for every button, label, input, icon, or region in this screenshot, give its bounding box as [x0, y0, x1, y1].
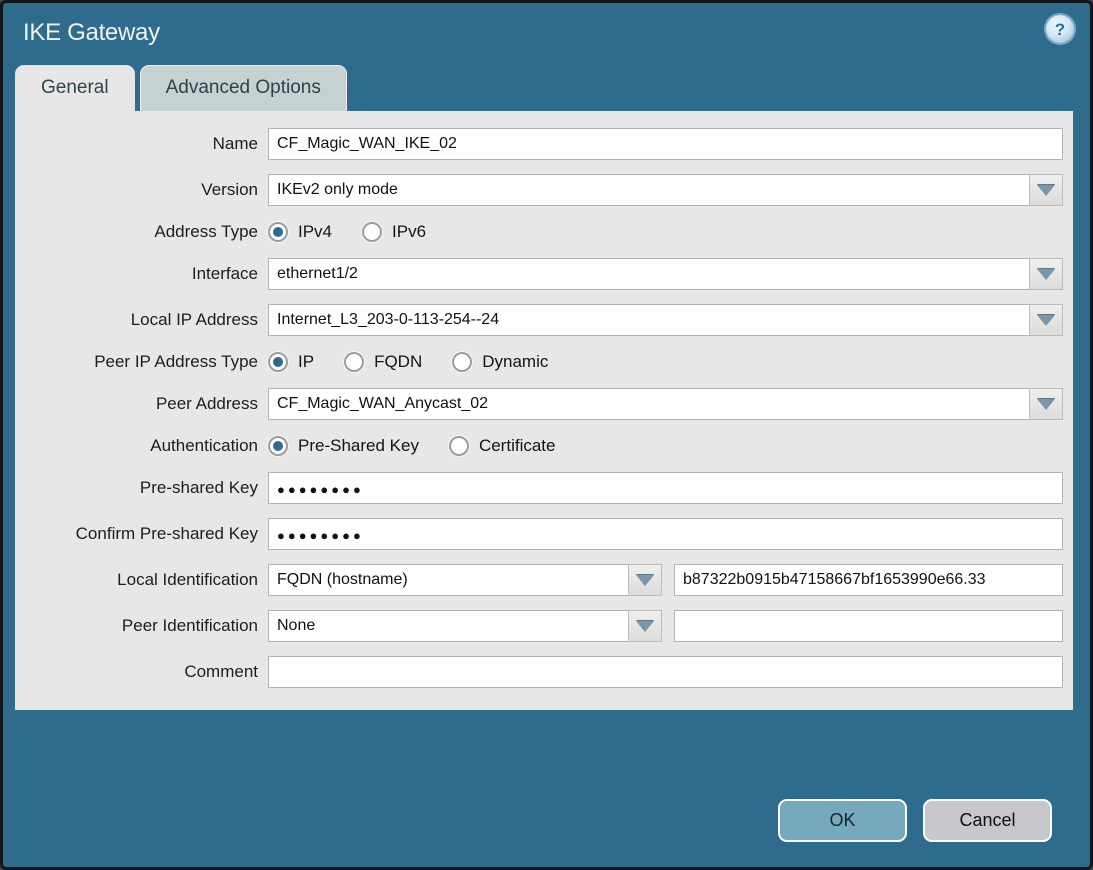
local-identification-type-value[interactable]: [268, 564, 628, 596]
confirm-pre-shared-key-row: Confirm Pre-shared Key: [15, 518, 1063, 550]
radio-ipv6-label: IPv6: [392, 222, 426, 242]
local-identification-dropdown-button[interactable]: [628, 564, 662, 596]
local-ip-address-dropdown-button[interactable]: [1029, 304, 1063, 336]
local-ip-address-value[interactable]: [268, 304, 1029, 336]
radio-pre-shared-key[interactable]: Pre-Shared Key: [268, 436, 419, 456]
authentication-row: Authentication Pre-Shared Key Certificat…: [15, 434, 1063, 458]
pre-shared-key-input[interactable]: [268, 472, 1063, 504]
interface-row: Interface: [15, 258, 1063, 290]
local-identification-id-input[interactable]: [674, 564, 1063, 596]
radio-ipv4-label: IPv4: [298, 222, 332, 242]
version-label: Version: [15, 180, 268, 200]
local-identification-type-dropdown[interactable]: [268, 564, 662, 596]
local-ip-address-dropdown[interactable]: [268, 304, 1063, 336]
version-dropdown[interactable]: [268, 174, 1063, 206]
version-value[interactable]: [268, 174, 1029, 206]
chevron-down-icon: [1037, 269, 1055, 280]
ok-button[interactable]: OK: [778, 799, 907, 842]
name-row: Name: [15, 128, 1063, 160]
local-ip-address-label: Local IP Address: [15, 310, 268, 330]
version-row: Version: [15, 174, 1063, 206]
radio-ip[interactable]: IP: [268, 352, 314, 372]
local-identification-row: Local Identification: [15, 564, 1063, 596]
radio-fqdn[interactable]: FQDN: [344, 352, 422, 372]
confirm-pre-shared-key-input[interactable]: [268, 518, 1063, 550]
chevron-down-icon: [1037, 399, 1055, 410]
peer-identification-row: Peer Identification: [15, 610, 1063, 642]
radio-ipv4[interactable]: IPv4: [268, 222, 332, 242]
dialog-title: IKE Gateway: [23, 19, 1070, 47]
radio-fqdn-label: FQDN: [374, 352, 422, 372]
comment-row: Comment: [15, 656, 1063, 688]
peer-address-dropdown[interactable]: [268, 388, 1063, 420]
peer-identification-id-input[interactable]: [674, 610, 1063, 642]
radio-ipv6-circle[interactable]: [362, 222, 382, 242]
name-label: Name: [15, 134, 268, 154]
radio-ipv6[interactable]: IPv6: [362, 222, 426, 242]
radio-ip-label: IP: [298, 352, 314, 372]
tab-bar: General Advanced Options: [15, 63, 1090, 111]
radio-certificate-label: Certificate: [479, 436, 556, 456]
dialog-footer: OK Cancel: [3, 799, 1090, 867]
peer-ip-address-type-radio-group: IP FQDN Dynamic: [268, 350, 548, 374]
radio-ipv4-circle[interactable]: [268, 222, 288, 242]
tab-general[interactable]: General: [15, 65, 135, 111]
local-ip-address-row: Local IP Address: [15, 304, 1063, 336]
peer-identification-dropdown-button[interactable]: [628, 610, 662, 642]
general-tab-panel: Name Version Address Type: [15, 111, 1073, 710]
radio-ip-circle[interactable]: [268, 352, 288, 372]
radio-pre-shared-key-label: Pre-Shared Key: [298, 436, 419, 456]
tab-advanced-options[interactable]: Advanced Options: [140, 65, 347, 111]
interface-dropdown[interactable]: [268, 258, 1063, 290]
cancel-button[interactable]: Cancel: [923, 799, 1052, 842]
address-type-label: Address Type: [15, 222, 268, 242]
authentication-label: Authentication: [15, 436, 268, 456]
radio-fqdn-circle[interactable]: [344, 352, 364, 372]
comment-label: Comment: [15, 662, 268, 682]
version-dropdown-button[interactable]: [1029, 174, 1063, 206]
peer-identification-label: Peer Identification: [15, 616, 268, 636]
radio-certificate[interactable]: Certificate: [449, 436, 556, 456]
authentication-radio-group: Pre-Shared Key Certificate: [268, 434, 555, 458]
interface-value[interactable]: [268, 258, 1029, 290]
peer-address-row: Peer Address: [15, 388, 1063, 420]
radio-dynamic-label: Dynamic: [482, 352, 548, 372]
chevron-down-icon: [636, 621, 654, 632]
peer-address-value[interactable]: [268, 388, 1029, 420]
local-identification-label: Local Identification: [15, 570, 268, 590]
address-type-radio-group: IPv4 IPv6: [268, 220, 426, 244]
peer-identification-type-dropdown[interactable]: [268, 610, 662, 642]
peer-ip-address-type-row: Peer IP Address Type IP FQDN Dynamic: [15, 350, 1063, 374]
chevron-down-icon: [636, 575, 654, 586]
radio-certificate-circle[interactable]: [449, 436, 469, 456]
interface-dropdown-button[interactable]: [1029, 258, 1063, 290]
comment-input[interactable]: [268, 656, 1063, 688]
name-input[interactable]: [268, 128, 1063, 160]
peer-address-dropdown-button[interactable]: [1029, 388, 1063, 420]
pre-shared-key-row: Pre-shared Key: [15, 472, 1063, 504]
help-icon-glyph: ?: [1055, 21, 1065, 38]
confirm-pre-shared-key-label: Confirm Pre-shared Key: [15, 524, 268, 544]
chevron-down-icon: [1037, 315, 1055, 326]
help-icon[interactable]: ?: [1046, 15, 1074, 43]
peer-identification-type-value[interactable]: [268, 610, 628, 642]
radio-dynamic[interactable]: Dynamic: [452, 352, 548, 372]
peer-ip-address-type-label: Peer IP Address Type: [15, 352, 268, 372]
peer-address-label: Peer Address: [15, 394, 268, 414]
radio-dynamic-circle[interactable]: [452, 352, 472, 372]
interface-label: Interface: [15, 264, 268, 284]
ike-gateway-dialog: IKE Gateway ? General Advanced Options N…: [0, 0, 1093, 870]
radio-pre-shared-key-circle[interactable]: [268, 436, 288, 456]
address-type-row: Address Type IPv4 IPv6: [15, 220, 1063, 244]
pre-shared-key-label: Pre-shared Key: [15, 478, 268, 498]
chevron-down-icon: [1037, 185, 1055, 196]
dialog-titlebar: IKE Gateway ?: [3, 3, 1090, 63]
